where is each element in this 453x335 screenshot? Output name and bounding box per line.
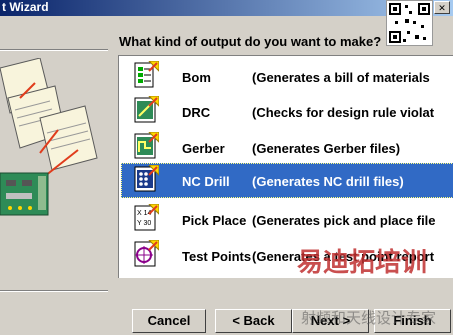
option-description: (Generates Gerber files)	[252, 141, 401, 156]
option-name: Bom	[182, 70, 211, 85]
pick-place-icon: X 14 Y 30	[134, 204, 159, 231]
list-item-bom[interactable]: Bom (Generates a bill of materials	[121, 59, 453, 94]
question-label: What kind of output do you want to make?	[119, 34, 382, 49]
back-button[interactable]: < Back	[215, 309, 292, 333]
option-name: Pick Place	[182, 213, 247, 228]
option-description: (Generates NC drill files)	[252, 174, 404, 189]
close-button[interactable]: ✕	[434, 1, 450, 14]
list-item-drc[interactable]: DRC (Checks for design rule violat	[121, 94, 453, 129]
option-description: (Generates a test point report	[252, 249, 435, 264]
bom-icon	[134, 61, 159, 88]
option-name: Test Points	[182, 249, 252, 264]
list-item-nc-drill[interactable]: NC Drill (Generates NC drill files)	[121, 163, 453, 198]
option-name: Gerber	[182, 141, 225, 156]
svg-text:Y 30: Y 30	[137, 220, 151, 227]
list-item-test-points[interactable]: Test Points (Generates a test point repo…	[121, 238, 453, 273]
finish-button[interactable]: Finish	[374, 309, 451, 333]
nc-drill-icon	[134, 165, 159, 192]
output-type-list[interactable]: Bom (Generates a bill of materials DRC (…	[118, 55, 453, 278]
gerber-icon	[134, 132, 159, 159]
test-points-icon	[134, 240, 159, 267]
qr-code-image	[386, 0, 433, 46]
option-description: (Generates a bill of materials	[252, 70, 430, 85]
separator-bottom	[0, 290, 108, 292]
list-item-gerber[interactable]: Gerber (Generates Gerber files)	[121, 130, 453, 165]
option-name: NC Drill	[182, 174, 230, 189]
separator-top	[0, 49, 108, 51]
drc-icon	[134, 96, 159, 123]
cancel-button[interactable]: Cancel	[132, 309, 206, 333]
list-item-pick-place[interactable]: X 14 Y 30 Pick Place (Generates pick and…	[121, 202, 453, 237]
next-button[interactable]: Next >	[292, 309, 369, 333]
option-description: (Checks for design rule violat	[252, 105, 435, 120]
option-description: (Generates pick and place file	[252, 213, 436, 228]
window-title: t Wizard	[2, 0, 49, 14]
wizard-illustration	[0, 58, 98, 216]
option-name: DRC	[182, 105, 211, 120]
